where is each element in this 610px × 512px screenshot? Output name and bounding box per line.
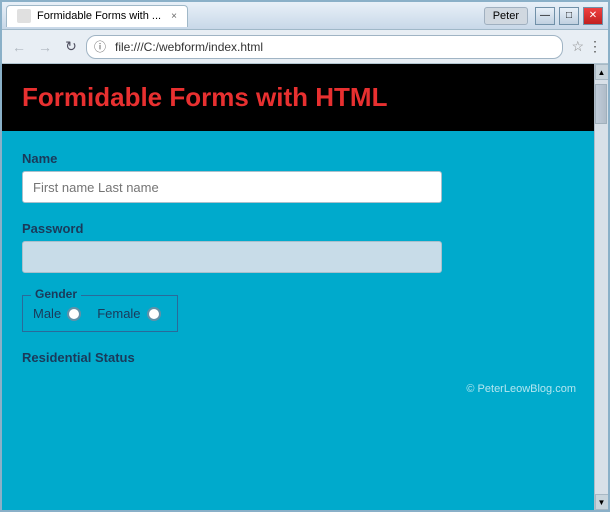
male-option[interactable]: Male	[33, 306, 81, 321]
tab-close-button[interactable]: ×	[171, 11, 177, 22]
bookmark-icon[interactable]: ☆	[571, 38, 584, 55]
title-bar-left: Formidable Forms with ... ×	[6, 5, 188, 27]
title-bar-controls: Peter — □ ✕	[484, 7, 604, 25]
female-option[interactable]: Female	[97, 306, 160, 321]
copyright-text: © PeterLeowBlog.com	[466, 383, 576, 395]
user-label: Peter	[484, 7, 528, 25]
browser-window: Formidable Forms with ... × Peter — □ ✕ …	[0, 0, 610, 512]
menu-icon[interactable]: ⋮	[588, 38, 602, 55]
residential-form-group: Residential Status	[22, 350, 574, 365]
gender-form-group: Gender Male Female	[22, 291, 574, 332]
address-bar: ← → ↻ ⓘ ☆ ⋮	[2, 30, 608, 64]
page-content: Formidable Forms with HTML Name Password	[2, 64, 594, 510]
forward-button[interactable]: →	[34, 36, 56, 58]
name-input[interactable]	[22, 171, 442, 203]
scroll-thumb[interactable]	[595, 84, 607, 124]
gender-options: Male Female	[33, 306, 161, 321]
tab-favicon	[17, 9, 31, 23]
minimize-button[interactable]: —	[535, 7, 555, 25]
scroll-track[interactable]	[595, 80, 608, 494]
name-label: Name	[22, 151, 574, 166]
password-input[interactable]	[22, 241, 442, 273]
male-label: Male	[33, 306, 61, 321]
gender-fieldset: Gender Male Female	[22, 295, 178, 332]
refresh-button[interactable]: ↻	[60, 36, 82, 58]
female-label: Female	[97, 306, 140, 321]
page-area: Formidable Forms with HTML Name Password	[2, 64, 594, 510]
back-button[interactable]: ←	[8, 36, 30, 58]
male-radio[interactable]	[67, 307, 81, 321]
tab-label: Formidable Forms with ...	[37, 10, 161, 22]
close-button[interactable]: ✕	[583, 7, 603, 25]
female-radio[interactable]	[147, 307, 161, 321]
address-wrapper: ⓘ	[86, 35, 563, 59]
password-label: Password	[22, 221, 574, 236]
active-tab[interactable]: Formidable Forms with ... ×	[6, 5, 188, 27]
password-form-group: Password	[22, 221, 574, 273]
gender-legend: Gender	[31, 287, 81, 301]
scroll-down-button[interactable]: ▼	[595, 494, 609, 510]
browser-content: Formidable Forms with HTML Name Password	[2, 64, 608, 510]
page-title: Formidable Forms with HTML	[22, 82, 574, 113]
scrollbar[interactable]: ▲ ▼	[594, 64, 608, 510]
scroll-up-button[interactable]: ▲	[595, 64, 609, 80]
title-bar: Formidable Forms with ... × Peter — □ ✕	[2, 2, 608, 30]
name-form-group: Name	[22, 151, 574, 203]
form-area: Name Password Gender	[2, 131, 594, 403]
info-icon: ⓘ	[94, 38, 106, 55]
page-header: Formidable Forms with HTML	[2, 64, 594, 131]
maximize-button[interactable]: □	[559, 7, 579, 25]
address-input[interactable]	[86, 35, 563, 59]
residential-label: Residential Status	[22, 350, 574, 365]
